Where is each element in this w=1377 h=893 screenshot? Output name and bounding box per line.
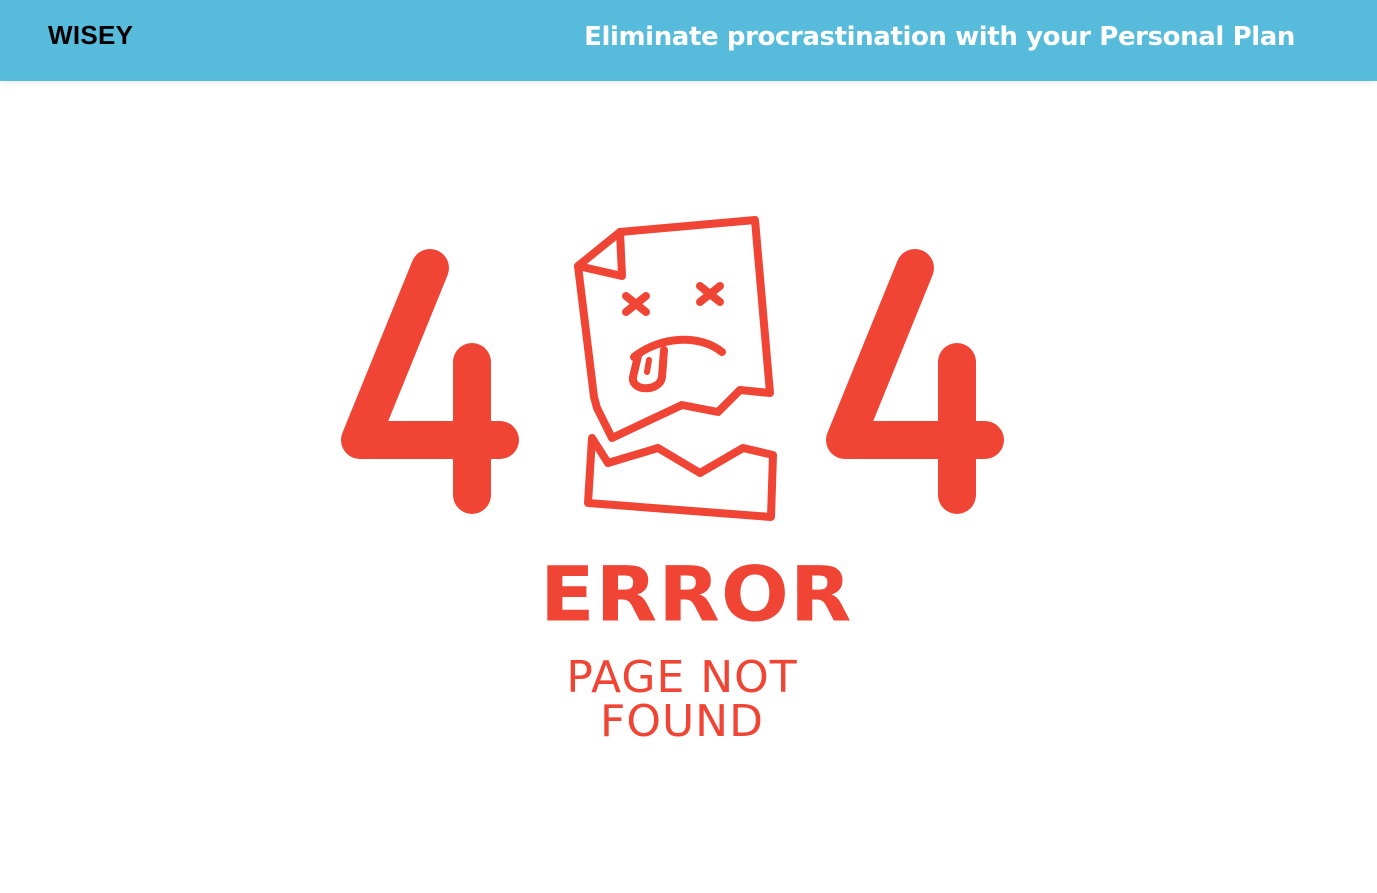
error-404-illustration xyxy=(341,216,1004,521)
digit-four-left xyxy=(341,249,519,514)
digit-four-right xyxy=(826,249,1004,514)
error-title: ERROR xyxy=(540,550,853,639)
error-subtitle: PAGE NOT FOUND xyxy=(566,652,798,747)
torn-page-dead-face-icon xyxy=(574,216,777,521)
